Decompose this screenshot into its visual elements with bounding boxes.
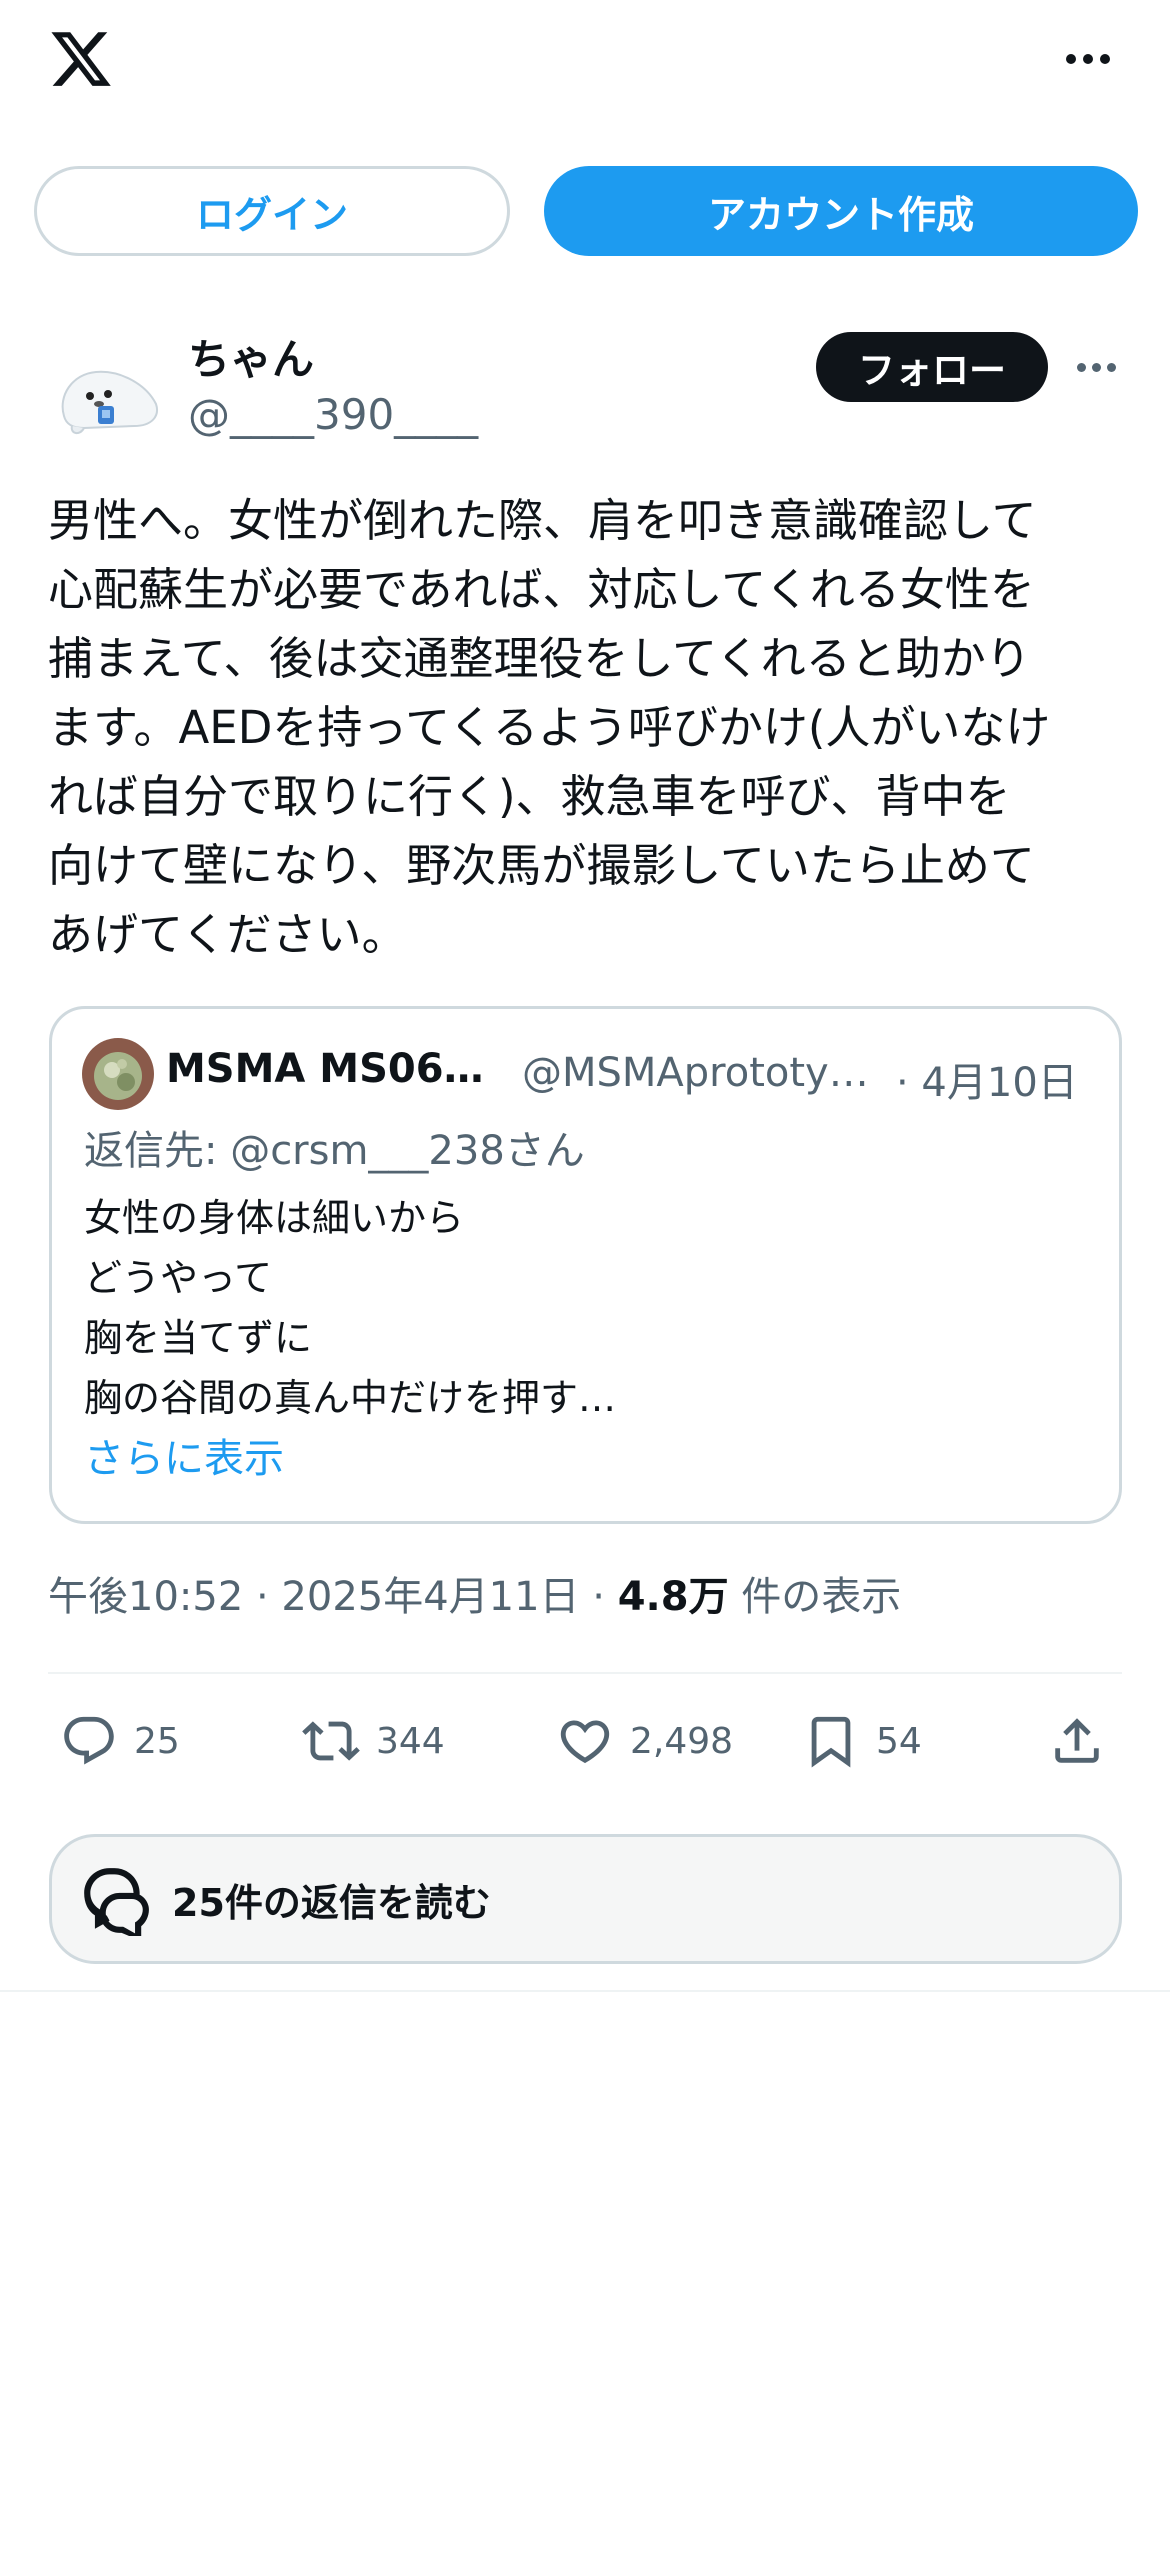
bookmark-count: 54 [876,1720,922,1762]
show-more-link[interactable]: さらに表示 [84,1426,284,1484]
share-button[interactable] [1048,1706,1106,1776]
more-options-icon[interactable] [1058,44,1118,74]
tweet-more-icon[interactable] [1070,352,1122,382]
like-button[interactable]: 2,498 [556,1706,733,1776]
read-replies-label: 25件の返信を読む [172,1880,491,1925]
retweet-icon [302,1721,360,1761]
quoted-tweet-text: 女性の身体は細いから どうやって 胸を当てずに 胸の谷間の真ん中だけを押す… [84,1188,616,1428]
quoted-author-avatar[interactable] [82,1038,154,1110]
quoted-line: 胸の谷間の真ん中だけを押す… [84,1376,617,1420]
quoted-tweet-date: · 4月10日 [896,1060,1078,1106]
chat-bubbles-icon [84,1868,149,1936]
author-handle[interactable]: @____390____ [188,390,478,439]
tweet-timestamp[interactable]: 午後10:52 · 2025年4月11日 · [48,1574,618,1620]
divider [0,1990,1170,1992]
reply-button[interactable]: 25 [60,1706,180,1776]
retweet-button[interactable]: 344 [302,1706,445,1776]
quoted-author-handle: @MSMAprototy… [522,1050,869,1096]
follow-button[interactable]: フォロー [816,332,1048,402]
reply-icon [64,1716,114,1765]
reply-count: 25 [134,1720,180,1762]
retweet-count: 344 [376,1720,445,1762]
quoted-author-name: MSMA MS06… [166,1046,484,1092]
divider [48,1672,1122,1674]
bookmark-button[interactable]: 54 [802,1706,922,1776]
quoted-line: どうやって [84,1256,273,1300]
tweet-meta: 午後10:52 · 2025年4月11日 · 4.8万 件の表示 [48,1564,901,1622]
login-button[interactable]: ログイン [34,166,510,256]
quoted-reply-to: 返信先: @crsm___238さん [84,1128,585,1174]
quoted-line: 胸を当てずに [84,1316,313,1360]
author-name[interactable]: ちゃん [188,326,314,387]
like-count: 2,498 [630,1720,734,1762]
create-account-button[interactable]: アカウント作成 [544,166,1138,256]
view-count: 4.8万 [617,1574,729,1620]
avatar[interactable] [50,338,166,454]
view-label: 件の表示 [728,1574,902,1620]
read-replies-button[interactable]: 25件の返信を読む [49,1834,1122,1964]
heart-icon [560,1720,610,1764]
x-logo-icon[interactable] [46,26,116,92]
quoted-line: 女性の身体は細いから [84,1196,465,1240]
share-icon [1055,1718,1099,1763]
bookmark-icon [811,1716,851,1768]
tweet-text: 男性へ。女性が倒れた際、肩を叩き意識確認して 心配蘇生が必要であれば、対応してく… [48,494,1051,961]
